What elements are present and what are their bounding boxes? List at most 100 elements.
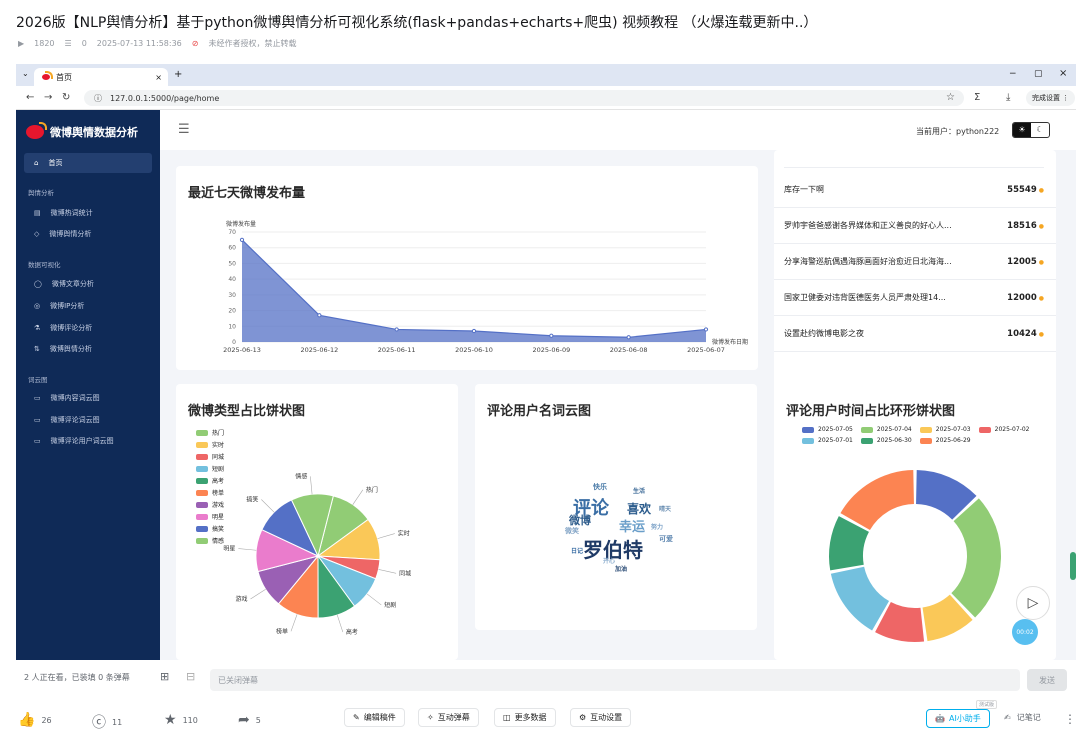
hot-list-item[interactable]: 设置赴约微博电影之夜 10424	[774, 316, 1056, 352]
hot-item-count: 12000	[1007, 293, 1044, 303]
restore-icon[interactable]: ▢	[1034, 69, 1043, 79]
light-mode-icon[interactable]: ☀	[1013, 123, 1031, 137]
hot-list-item[interactable]: 库存一下啊 55549	[774, 172, 1056, 208]
sidebar-item-home[interactable]: ⌂ 首页	[24, 153, 152, 173]
sidebar-item-user-cloud[interactable]: ▭ 微博评论用户词云图	[24, 431, 152, 451]
tab-close-icon[interactable]: ×	[155, 73, 162, 82]
sidebar-item-comment-cloud[interactable]: ▭ 微博评论词云图	[24, 410, 152, 430]
settings-icon: ⚙	[579, 713, 587, 722]
slice-label: 搞笑	[246, 496, 258, 504]
slice-label: 高考	[346, 628, 358, 636]
site-info-icon[interactable]: ⓘ	[94, 93, 102, 104]
hot-item-count: 12005	[1007, 257, 1044, 267]
sidebar-item-sentiment-viz[interactable]: ⇅ 微博舆情分析	[24, 339, 152, 359]
share-icon: ➦	[238, 712, 250, 728]
slice-leader-line	[352, 489, 364, 505]
data-point[interactable]	[626, 335, 631, 340]
notes-label: 记笔记	[1016, 713, 1041, 722]
ai-beta-badge: 测试版	[976, 700, 998, 709]
pie-chart-card: 微博类型占比饼状图 热门 实时 同城 短剧 高考 榜单 游戏 明星 搞笑 情感 热门 实时 同城 短剧高…	[176, 384, 458, 660]
send-button[interactable]: 发送	[1027, 669, 1067, 691]
data-point[interactable]	[239, 237, 245, 242]
data-point[interactable]	[549, 333, 554, 338]
tab-list-icon[interactable]: ⌄	[22, 69, 29, 78]
notebook-icon: ✍	[1004, 713, 1011, 722]
home-icon: ⌂	[34, 159, 39, 167]
profile-button[interactable]: 完成设置 ⋮	[1026, 90, 1076, 106]
like-button[interactable]: 👍 26	[18, 712, 52, 728]
chart-icon: ⇅	[34, 345, 40, 353]
current-user-label: 当前用户：	[916, 127, 956, 136]
slice-label: 短剧	[384, 601, 396, 609]
share-button[interactable]: ➦ 5	[238, 712, 261, 728]
danmaku-settings-icon[interactable]: ⊟	[186, 670, 195, 683]
hot-list-item[interactable]: 分享海警巡航偶遇海豚画面好治愈近日北海海... 12005	[774, 244, 1056, 280]
dark-mode-icon[interactable]: ☾	[1031, 123, 1049, 137]
x-tick-label: 2025-06-12	[300, 346, 338, 354]
reload-icon[interactable]: ↻	[62, 92, 70, 103]
donut-slice[interactable]	[951, 498, 1001, 618]
sidebar-item-comments[interactable]: ⚗ 微博评论分析	[24, 318, 152, 338]
more-data-button[interactable]: ◫ 更多数据	[494, 708, 556, 727]
donut-slice[interactable]	[830, 566, 890, 631]
slice-leader-line	[238, 548, 257, 551]
data-point[interactable]	[394, 327, 399, 332]
danmaku-input[interactable]: 已关闭弹幕	[210, 669, 1020, 691]
data-point[interactable]	[703, 327, 709, 332]
nav-label: 微博热词统计	[50, 209, 93, 217]
slice-leader-line	[378, 569, 397, 574]
slice-label: 同城	[399, 570, 411, 577]
notes-button[interactable]: ✍ 记笔记	[1004, 712, 1041, 723]
ai-assistant-button[interactable]: 🤖 AI小助手	[926, 709, 990, 728]
settings-label: 互动设置	[590, 713, 623, 722]
close-window-icon[interactable]: ×	[1059, 68, 1067, 79]
video-meta: ▶ 1820 ☰ 0 2025-07-13 11:58:36 ⊘ 未经作者授权，禁止转…	[18, 38, 296, 49]
bookmark-star-icon[interactable]: ☆	[946, 92, 955, 103]
donut-slice[interactable]	[840, 470, 914, 531]
list-row-partial	[784, 150, 1044, 168]
hot-list-item[interactable]: 国家卫健委对违背医德医务人员严肃处理14... 12000	[774, 280, 1056, 316]
favorite-count: 110	[182, 715, 198, 725]
minimize-icon[interactable]: −	[1009, 69, 1017, 79]
hot-item-text: 库存一下啊	[784, 185, 824, 194]
y-tick-label: 20	[228, 308, 236, 315]
data-point[interactable]	[471, 328, 477, 334]
slice-label: 榜单	[276, 627, 288, 635]
sidebar-item-ip[interactable]: ◎ 微博IP分析	[24, 296, 152, 316]
new-tab-icon[interactable]: +	[174, 69, 182, 80]
url-field[interactable]: ⓘ 127.0.0.1:5000/page/home	[84, 90, 964, 106]
interact-settings-button[interactable]: ⚙ 互动设置	[570, 708, 632, 727]
nav-label: 微博IP分析	[50, 302, 85, 310]
sidebar-item-articles[interactable]: ◯ 微博文章分析	[24, 274, 152, 294]
slice-label: 情感	[295, 472, 307, 480]
slice-label: 实时	[398, 530, 410, 538]
menu-toggle-icon[interactable]: ☰	[178, 122, 190, 137]
extensions-icon[interactable]: Σ	[974, 92, 980, 103]
y-tick-label: 50	[228, 260, 236, 267]
side-scroll-handle[interactable]	[1070, 552, 1076, 580]
play-float-button[interactable]: ▷	[1016, 586, 1050, 620]
more-menu-icon[interactable]: ⋮	[1064, 712, 1076, 726]
app-topbar: ☰ 当前用户：python222 ☀ ☾	[160, 110, 1076, 150]
danmaku-toggle-icon[interactable]: ⊞	[160, 670, 169, 683]
favorite-button[interactable]: ★ 110	[164, 712, 198, 728]
slice-leader-line	[310, 476, 313, 495]
edit-button[interactable]: ✎ 编辑稿件	[344, 708, 405, 727]
back-icon[interactable]: ←	[26, 92, 34, 103]
download-icon[interactable]: ⤓	[1006, 92, 1010, 103]
video-player[interactable]: ⌄ 首页 × + − ▢ × ← → ↻ ⓘ 127.0.0.1:5000/pa…	[16, 64, 1076, 660]
sidebar-item-sentiment[interactable]: ◇ 微博舆情分析	[24, 224, 152, 244]
x-tick-label: 2025-06-07	[687, 346, 725, 354]
theme-toggle[interactable]: ☀ ☾	[1012, 122, 1050, 138]
data-point[interactable]	[317, 313, 322, 318]
browser-tab[interactable]: 首页 ×	[34, 68, 168, 86]
sidebar-item-hotwords[interactable]: ▤ 微博热词统计	[24, 203, 152, 223]
forward-icon[interactable]: →	[44, 92, 52, 103]
app-brand: 微博舆情数据分析	[26, 122, 138, 140]
hot-item-count: 18516	[1007, 221, 1044, 231]
coin-button[interactable]: ⓒ 11	[92, 712, 122, 732]
hot-list-item[interactable]: 罗帅宇爸爸感谢各界媒体和正义善良的好心人... 18516	[774, 208, 1056, 244]
slice-leader-line	[261, 499, 275, 513]
interactive-danmaku-button[interactable]: ✧ 互动弹幕	[418, 708, 479, 727]
sidebar-item-content-cloud[interactable]: ▭ 微博内容词云图	[24, 388, 152, 408]
